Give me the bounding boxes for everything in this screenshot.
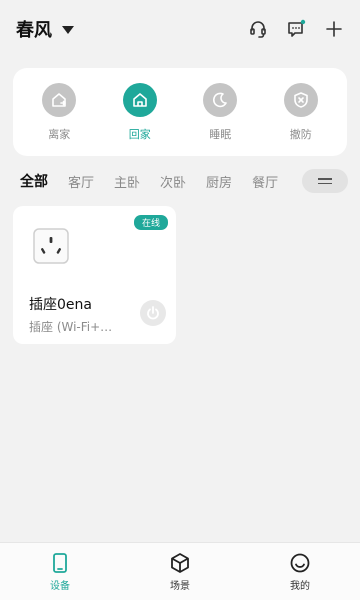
nav-profile[interactable]: 我的 bbox=[260, 552, 340, 592]
moon-icon bbox=[203, 82, 238, 117]
socket-icon bbox=[33, 228, 69, 264]
nav-devices[interactable]: 设备 bbox=[20, 552, 100, 592]
message-icon[interactable] bbox=[286, 19, 306, 39]
nav-label: 场景 bbox=[170, 580, 190, 592]
scene-mode-panel: 离家 回家 睡眠 撤防 bbox=[13, 68, 347, 156]
bottom-nav: 设备 场景 我的 bbox=[0, 542, 360, 600]
mode-disarm[interactable]: 撤防 bbox=[265, 82, 337, 142]
nav-label: 我的 bbox=[290, 580, 310, 592]
tab-master-bedroom[interactable]: 主卧 bbox=[114, 172, 140, 191]
device-card[interactable]: 在线 插座0ena 插座 (Wi-Fi+… bbox=[13, 206, 176, 344]
power-icon bbox=[147, 306, 159, 320]
device-type: 插座 (Wi-Fi+… bbox=[29, 320, 113, 334]
header-actions bbox=[248, 19, 344, 39]
top-bar: 春风 bbox=[0, 0, 360, 58]
nav-scenes[interactable]: 场景 bbox=[140, 552, 220, 592]
mode-away[interactable]: 离家 bbox=[23, 82, 95, 142]
mode-label: 睡眠 bbox=[209, 127, 232, 141]
power-button[interactable] bbox=[140, 300, 166, 326]
tab-second-bedroom[interactable]: 次卧 bbox=[160, 172, 186, 191]
device-name: 插座0ena bbox=[29, 297, 92, 313]
tab-dining-room[interactable]: 餐厅 bbox=[252, 172, 278, 191]
shield-off-icon bbox=[283, 82, 318, 117]
add-icon[interactable] bbox=[324, 19, 344, 39]
mode-label: 离家 bbox=[48, 127, 71, 141]
nav-label: 设备 bbox=[50, 580, 70, 592]
tab-living-room[interactable]: 客厅 bbox=[68, 172, 94, 191]
mode-home[interactable]: 回家 bbox=[104, 82, 176, 142]
mode-label: 撤防 bbox=[289, 127, 312, 141]
chevron-down-icon[interactable] bbox=[62, 26, 74, 34]
home-icon bbox=[122, 82, 157, 117]
cube-icon bbox=[169, 552, 191, 574]
mode-sleep[interactable]: 睡眠 bbox=[184, 82, 256, 142]
phone-icon bbox=[49, 552, 71, 574]
mode-label: 回家 bbox=[128, 127, 151, 141]
tab-kitchen[interactable]: 厨房 bbox=[206, 172, 232, 191]
tab-all[interactable]: 全部 bbox=[20, 171, 48, 191]
status-badge: 在线 bbox=[133, 215, 168, 230]
headset-icon[interactable] bbox=[248, 19, 268, 39]
home-name[interactable]: 春风 bbox=[16, 16, 52, 42]
room-tabs: 全部 客厅 主卧 次卧 厨房 餐厅 bbox=[0, 166, 360, 196]
away-home-icon bbox=[42, 82, 77, 117]
menu-icon[interactable] bbox=[302, 169, 348, 193]
smile-icon bbox=[289, 552, 311, 574]
